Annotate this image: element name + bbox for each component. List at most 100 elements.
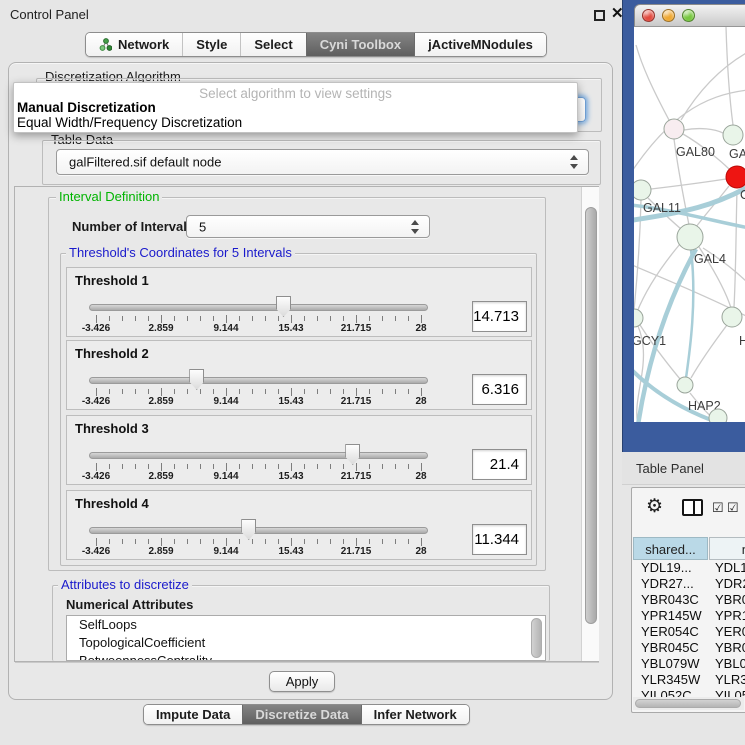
threshold-slider-track[interactable] (89, 527, 428, 534)
tick-label: 28 (391, 396, 451, 407)
tick-mark (343, 389, 344, 394)
scrollbar-thumb[interactable] (585, 207, 597, 624)
network-node[interactable] (709, 409, 727, 422)
scrollbar-thumb[interactable] (635, 699, 741, 708)
network-node-ga[interactable] (723, 125, 743, 145)
table-row[interactable]: YIL052CYIL052C (633, 688, 745, 697)
tick-mark (291, 388, 292, 396)
zoom-traffic-light-icon[interactable] (682, 9, 695, 22)
tab-cyni-toolbox[interactable]: Cyni Toolbox (306, 33, 414, 56)
tick-mark (408, 389, 409, 394)
threshold-slider-track[interactable] (89, 304, 428, 311)
list-item[interactable]: BetweennessCentrality (67, 652, 545, 661)
tab-network[interactable]: Network (86, 33, 182, 56)
list-scrollbar-thumb[interactable] (531, 618, 542, 658)
numerical-attributes-list[interactable]: SelfLoopsTopologicalCoefficientBetweenne… (66, 615, 546, 661)
tab-impute-data[interactable]: Impute Data (144, 705, 242, 724)
threshold-value-field[interactable]: 6.316 (472, 374, 527, 405)
table-row[interactable]: YBL079WYBL079W (633, 656, 745, 672)
network-node-gal4[interactable] (677, 224, 703, 250)
split-view-icon[interactable] (682, 499, 703, 516)
control-panel-tabs: NetworkStyleSelectCyni ToolboxjActiveMNo… (85, 32, 547, 57)
table-row[interactable]: YBR043CYBR043C (633, 592, 745, 608)
threshold-value-field[interactable]: 11.344 (472, 524, 527, 555)
tick-mark (369, 539, 370, 544)
apply-button[interactable]: Apply (269, 671, 335, 692)
table-row[interactable]: YDR27...YDR27 (633, 576, 745, 592)
close-traffic-light-icon[interactable] (642, 9, 655, 22)
tab-jactivemnodules[interactable]: jActiveMNodules (414, 33, 546, 56)
thresholds-group-title: Threshold's Coordinates for 5 Intervals (66, 246, 295, 260)
column-header-name[interactable]: na (709, 537, 745, 560)
network-view-canvas[interactable]: GAL80GACGAL11GAL4GCY1HHAP2 (634, 27, 745, 422)
tick-mark (161, 538, 162, 546)
tick-mark (317, 539, 318, 544)
table-row[interactable]: YPR145WYPR145W (633, 608, 745, 624)
table-row[interactable]: YBR045CYBR045C (633, 640, 745, 656)
horizontal-scrollbar[interactable] (633, 697, 744, 710)
cell-shared-name: YER054C (641, 624, 699, 640)
list-item[interactable]: TopologicalCoefficient (67, 634, 545, 652)
algorithm-dropdown: Select algorithm to view settings Manual… (13, 82, 578, 133)
network-node-h[interactable] (722, 307, 742, 327)
tick-mark (304, 316, 305, 321)
network-node-gal80[interactable] (664, 119, 684, 139)
node-table-body[interactable]: YDL19...YDL19YDR27...YDR27YBR043CYBR043C… (633, 560, 745, 697)
table-row[interactable]: YDL19...YDL19 (633, 560, 745, 576)
checkbox-checked-icon[interactable]: ☑ (712, 500, 724, 516)
threshold-slider-handle[interactable] (345, 444, 360, 465)
tab-label: Discretize Data (255, 707, 348, 722)
tab-infer-network[interactable]: Infer Network (361, 705, 469, 724)
vertical-scrollbar[interactable] (581, 187, 599, 661)
threshold-value-field[interactable]: 14.713 (472, 301, 527, 332)
tick-mark (161, 315, 162, 323)
tick-mark (252, 464, 253, 469)
tick-mark (213, 539, 214, 544)
tick-mark (109, 389, 110, 394)
node-label: H (739, 334, 745, 348)
tab-discretize-data[interactable]: Discretize Data (242, 705, 360, 724)
threshold-slider-handle[interactable] (241, 519, 256, 540)
tick-mark (96, 388, 97, 396)
tab-style[interactable]: Style (182, 33, 240, 56)
dropdown-item-equal-width-frequency[interactable]: Equal Width/Frequency Discretization (17, 115, 574, 130)
float-window-icon[interactable] (594, 10, 605, 21)
number-of-intervals-combo[interactable]: 5 (186, 215, 430, 238)
checkbox-checked-icon[interactable]: ☑ (727, 500, 739, 516)
threshold-label: Threshold 4 (75, 496, 149, 511)
threshold-slider-handle[interactable] (189, 369, 204, 390)
tick-mark (200, 389, 201, 394)
network-window-titlebar[interactable] (634, 4, 745, 27)
cell-name: YDR27 (715, 576, 745, 592)
tick-mark (135, 539, 136, 544)
tab-select[interactable]: Select (240, 33, 305, 56)
threshold-slider-track[interactable] (89, 452, 428, 459)
dropdown-item-manual-discretization[interactable]: Manual Discretization (17, 100, 574, 115)
network-node-hap2[interactable] (677, 377, 693, 393)
list-item[interactable]: SelfLoops (67, 616, 545, 634)
network-node-c[interactable] (726, 166, 745, 188)
settings-gear-icon[interactable]: ⚙ (646, 495, 663, 518)
column-header-shared-name[interactable]: shared... (633, 537, 708, 560)
tick-mark (278, 389, 279, 394)
tick-label: 2.859 (131, 396, 191, 407)
threshold-slider-handle[interactable] (276, 296, 291, 317)
combo-stepper-icon (411, 220, 420, 234)
table-row[interactable]: YER054CYER054C (633, 624, 745, 640)
tick-mark (213, 389, 214, 394)
tick-mark (330, 389, 331, 394)
table-row[interactable]: YLR345WYLR345W (633, 672, 745, 688)
threshold-value-field[interactable]: 21.4 (472, 449, 527, 480)
minimize-traffic-light-icon[interactable] (662, 9, 675, 22)
tick-mark (109, 539, 110, 544)
threshold-slider-track[interactable] (89, 377, 428, 384)
node-label: C (740, 188, 745, 202)
tick-label: 15.43 (261, 546, 321, 557)
table-data-combo[interactable]: galFiltered.sif default node (56, 149, 589, 175)
network-node-gcy1[interactable] (634, 309, 643, 327)
network-node-gal11[interactable] (634, 180, 651, 200)
tick-label: -3.426 (66, 323, 126, 334)
tick-mark (291, 315, 292, 323)
tick-label: -3.426 (66, 546, 126, 557)
tick-label: 15.43 (261, 323, 321, 334)
